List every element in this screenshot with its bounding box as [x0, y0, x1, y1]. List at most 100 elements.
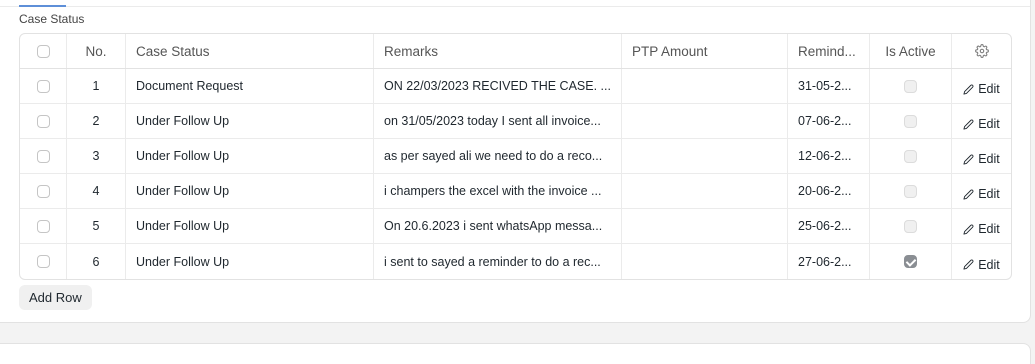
pencil-icon	[963, 84, 974, 95]
edit-row-button[interactable]: Edit	[963, 152, 1000, 166]
table-body: 1 Document Request ON 22/03/2023 RECIVED…	[20, 69, 1011, 279]
is-active-cell	[870, 174, 952, 208]
table-row[interactable]: 6 Under Follow Up i sent to sayed a remi…	[20, 244, 1011, 279]
edit-label: Edit	[978, 117, 1000, 131]
table-row[interactable]: 5 Under Follow Up On 20.6.2023 i sent wh…	[20, 209, 1011, 244]
is-active-checkbox	[904, 184, 917, 198]
next-section	[0, 343, 1031, 364]
row-select-checkbox[interactable]	[36, 184, 50, 198]
remarks-cell[interactable]: i sent to sayed a reminder to do a rec..…	[374, 244, 622, 279]
ptp-amount-cell[interactable]	[622, 104, 788, 138]
case-status-cell[interactable]: Under Follow Up	[126, 174, 374, 208]
header-remarks: Remarks	[374, 34, 622, 68]
case-status-cell[interactable]: Under Follow Up	[126, 139, 374, 173]
reminder-cell[interactable]: 20-06-2...	[788, 174, 870, 208]
row-select-cell	[20, 104, 67, 138]
edit-label: Edit	[978, 257, 1000, 272]
select-all-checkbox[interactable]	[36, 44, 50, 58]
row-select-cell	[20, 139, 67, 173]
edit-row-button[interactable]: Edit	[963, 82, 1000, 96]
edit-label: Edit	[978, 187, 1000, 201]
remarks-cell[interactable]: i champers the excel with the invoice ..…	[374, 174, 622, 208]
edit-label: Edit	[978, 222, 1000, 236]
reminder-cell[interactable]: 07-06-2...	[788, 104, 870, 138]
is-active-cell	[870, 104, 952, 138]
edit-cell: Edit	[952, 69, 1011, 103]
case-status-table: No. Case Status Remarks PTP Amount Remin…	[19, 33, 1012, 280]
ptp-amount-cell[interactable]	[622, 69, 788, 103]
header-reminder: Remind...	[788, 34, 870, 68]
case-status-cell[interactable]: Under Follow Up	[126, 104, 374, 138]
reminder-cell[interactable]: 12-06-2...	[788, 139, 870, 173]
gear-icon[interactable]	[974, 44, 989, 58]
row-number: 6	[67, 244, 126, 279]
edit-cell: Edit	[952, 174, 1011, 208]
row-number: 1	[67, 69, 126, 103]
is-active-checkbox	[904, 149, 917, 163]
reminder-cell[interactable]: 27-06-2...	[788, 244, 870, 279]
remarks-cell[interactable]: as per sayed ali we need to do a reco...	[374, 139, 622, 173]
row-select-cell	[20, 69, 67, 103]
reminder-cell[interactable]: 25-06-2...	[788, 209, 870, 243]
remarks-cell[interactable]: On 20.6.2023 i sent whatsApp messa...	[374, 209, 622, 243]
table-row[interactable]: 2 Under Follow Up on 31/05/2023 today I …	[20, 104, 1011, 139]
row-number: 2	[67, 104, 126, 138]
table-header: No. Case Status Remarks PTP Amount Remin…	[20, 34, 1011, 69]
ptp-amount-cell[interactable]	[622, 174, 788, 208]
row-select-cell	[20, 209, 67, 243]
is-active-checkbox	[904, 114, 917, 128]
ptp-amount-cell[interactable]	[622, 209, 788, 243]
ptp-amount-cell[interactable]	[622, 139, 788, 173]
header-ptp-amount: PTP Amount	[622, 34, 788, 68]
is-active-cell	[870, 209, 952, 243]
is-active-checkbox	[904, 255, 917, 268]
edit-row-button[interactable]: Edit	[963, 117, 1000, 131]
section-divider	[0, 6, 1030, 7]
edit-cell: Edit	[952, 104, 1011, 138]
edit-row-button[interactable]: Edit	[963, 222, 1000, 236]
pencil-icon	[963, 189, 974, 200]
is-active-checkbox	[904, 219, 917, 233]
edit-label: Edit	[978, 152, 1000, 166]
row-select-checkbox[interactable]	[36, 255, 50, 268]
table-row[interactable]: 3 Under Follow Up as per sayed ali we ne…	[20, 139, 1011, 174]
column-settings-button[interactable]	[952, 34, 1011, 68]
header-select-all-cell	[20, 34, 67, 68]
is-active-cell	[870, 69, 952, 103]
pencil-icon	[963, 154, 974, 165]
table-row[interactable]: 1 Document Request ON 22/03/2023 RECIVED…	[20, 69, 1011, 104]
remarks-cell[interactable]: ON 22/03/2023 RECIVED THE CASE. ...	[374, 69, 622, 103]
pencil-icon	[963, 259, 974, 270]
edit-row-button[interactable]: Edit	[963, 258, 1000, 272]
case-status-cell[interactable]: Under Follow Up	[126, 209, 374, 243]
reminder-cell[interactable]: 31-05-2...	[788, 69, 870, 103]
case-status-cell[interactable]: Document Request	[126, 69, 374, 103]
edit-cell: Edit	[952, 209, 1011, 243]
edit-cell: Edit	[952, 244, 1011, 279]
ptp-amount-cell[interactable]	[622, 244, 788, 279]
header-is-active: Is Active	[870, 34, 952, 68]
row-select-checkbox[interactable]	[36, 79, 50, 93]
row-select-cell	[20, 244, 67, 279]
section-label: Case Status	[19, 12, 85, 26]
row-select-checkbox[interactable]	[36, 149, 50, 163]
row-number: 5	[67, 209, 126, 243]
table-row[interactable]: 4 Under Follow Up i champers the excel w…	[20, 174, 1011, 209]
is-active-cell	[870, 244, 952, 279]
is-active-checkbox	[904, 79, 917, 93]
case-status-cell[interactable]: Under Follow Up	[126, 244, 374, 279]
edit-cell: Edit	[952, 139, 1011, 173]
row-select-cell	[20, 174, 67, 208]
form-section: Case Status No. Case Status Remarks PTP …	[0, 0, 1031, 323]
pencil-icon	[963, 119, 974, 130]
edit-label: Edit	[978, 82, 1000, 96]
header-no: No.	[67, 34, 126, 68]
row-number: 3	[67, 139, 126, 173]
add-row-button[interactable]: Add Row	[19, 285, 92, 310]
row-select-checkbox[interactable]	[36, 219, 50, 233]
edit-row-button[interactable]: Edit	[963, 187, 1000, 201]
row-number: 4	[67, 174, 126, 208]
row-select-checkbox[interactable]	[36, 114, 50, 128]
remarks-cell[interactable]: on 31/05/2023 today I sent all invoice..…	[374, 104, 622, 138]
active-tab-indicator	[19, 5, 66, 7]
